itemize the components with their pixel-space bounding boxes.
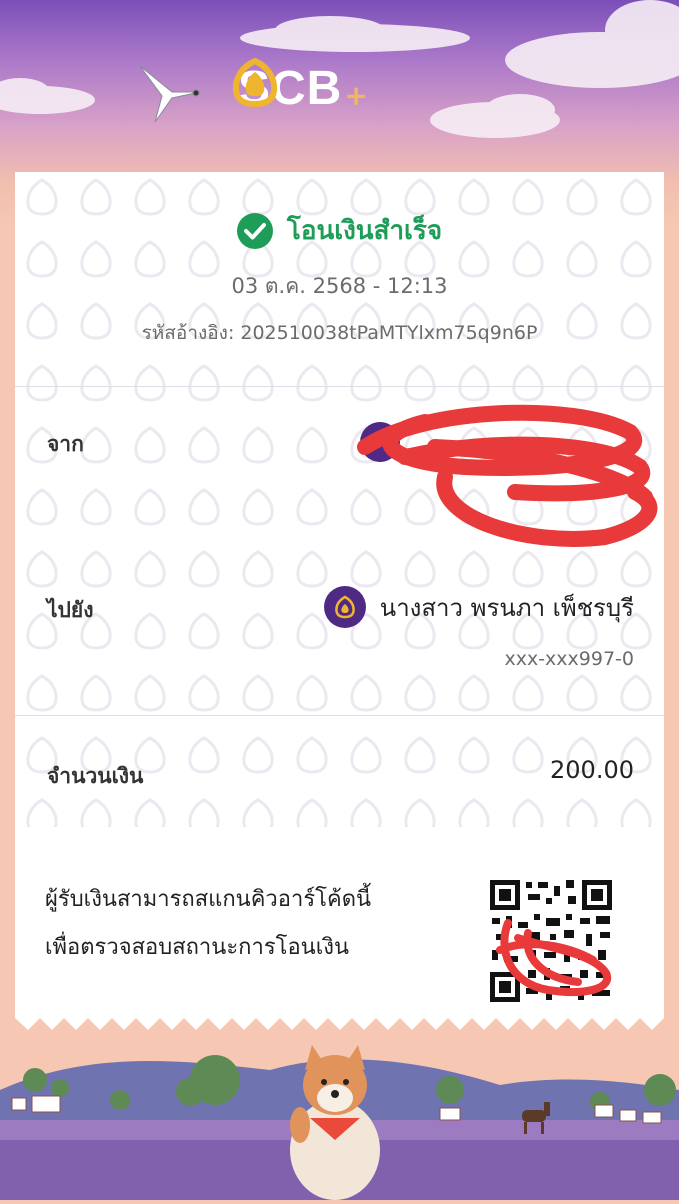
qr-instruction: ผู้รับเงินสามารถสแกนคิวอาร์โค้ดนี้ เพื่อ… <box>45 876 371 972</box>
to-label: ไปยัง <box>47 598 94 622</box>
transaction-datetime: 03 ต.ค. 2568 - 12:13 <box>231 274 448 298</box>
bird-icon <box>139 65 201 123</box>
scb-bank-icon <box>323 586 366 628</box>
check-circle-icon <box>236 212 273 249</box>
reference-line: รหัสอ้างอิง: 202510038tPaMTYlxm75q9n6P <box>15 318 664 348</box>
qr-instruction-line2: เพื่อตรวจสอบสถานะการโอนเงิน <box>45 935 350 960</box>
footer-landscape <box>0 1030 679 1200</box>
from-label: จาก <box>47 432 84 456</box>
amount-value: 200.00 <box>550 756 634 784</box>
recipient-account: xxx-xxx997-0 <box>504 648 634 670</box>
transfer-status: โอนเงินสำเร็จ <box>15 210 664 251</box>
transfer-receipt-card: โอนเงินสำเร็จ 03 ต.ค. 2568 - 12:13 รหัสอ… <box>15 172 664 1030</box>
reference-label: รหัสอ้างอิง: <box>141 322 235 344</box>
verification-qr-code[interactable] <box>488 878 614 1004</box>
brand-plus: + <box>344 78 368 112</box>
status-text: โอนเงินสำเร็จ <box>286 216 443 246</box>
scb-logo: SCB + <box>230 58 368 118</box>
divider <box>15 715 664 716</box>
qr-instruction-line1: ผู้รับเงินสามารถสแกนคิวอาร์โค้ดนี้ <box>45 887 372 912</box>
recipient: นางสาว พรนภา เพ็ชรบุรี <box>323 586 634 628</box>
redaction-scribble <box>357 404 658 547</box>
scb-shell-logo-icon <box>232 58 278 108</box>
amount-label: จำนวนเงิน <box>47 764 144 788</box>
recipient-name: นางสาว พรนภา เพ็ชรบุรี <box>379 593 634 622</box>
divider <box>15 386 664 387</box>
reference-id: 202510038tPaMTYlxm75q9n6P <box>240 322 538 344</box>
